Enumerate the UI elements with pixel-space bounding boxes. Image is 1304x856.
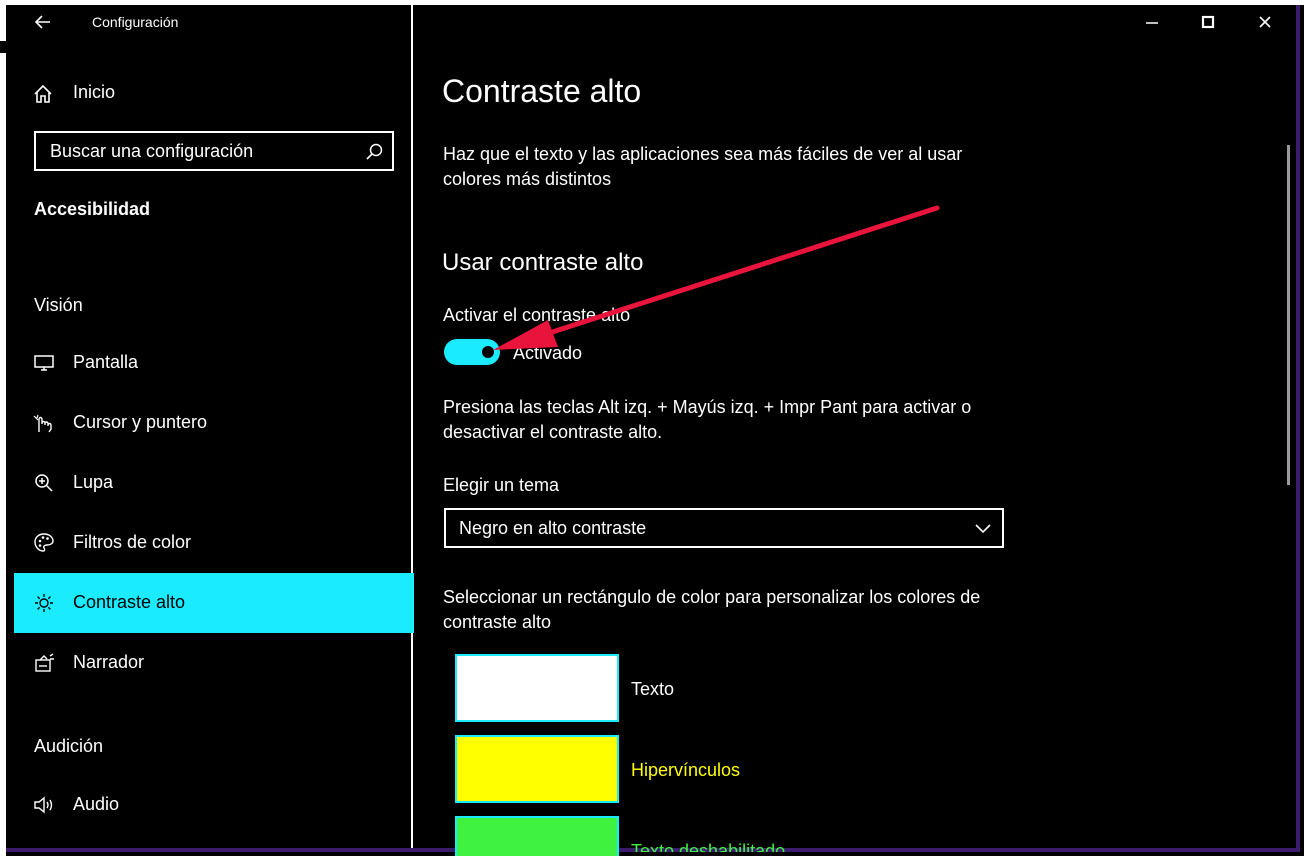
category-heading: Accesibilidad: [34, 199, 151, 219]
sidebar-item-filtros[interactable]: Filtros de color: [14, 513, 414, 573]
monitor-icon: [34, 355, 54, 371]
sidebar-item-lupa[interactable]: Lupa: [14, 453, 414, 513]
sidebar-item-label: Lupa: [73, 472, 114, 492]
sidebar-item-label: Cursor y puntero: [73, 412, 208, 432]
sidebar-item-pantalla[interactable]: Pantalla: [14, 333, 414, 393]
shortcut-hint: Presiona las teclas Alt izq. + Mayús izq…: [443, 397, 972, 442]
close-icon: [1259, 16, 1271, 28]
sidebar-item-cursor[interactable]: Cursor y puntero: [14, 393, 414, 453]
swatch-label-hipervinculos: Hipervínculos: [631, 760, 741, 780]
page-description: Haz que el texto y las aplicaciones sea …: [443, 144, 963, 189]
toggle-label: Activar el contraste alto: [443, 305, 631, 325]
speaker-icon: [34, 796, 53, 814]
sidebar: Configuración Inicio Accesibilidad Visió…: [6, 5, 414, 848]
cursor-icon: [33, 414, 52, 433]
search-box[interactable]: [34, 131, 394, 171]
scrollbar[interactable]: [1287, 145, 1290, 485]
search-input[interactable]: [50, 141, 350, 161]
swatch-texto[interactable]: [455, 654, 619, 722]
swatch-label-deshabilitado: Texto deshabilitado: [631, 841, 786, 852]
maximize-button[interactable]: [1185, 9, 1231, 37]
toggle-state-text: Activado: [513, 343, 583, 363]
section-heading-vision: Visión: [34, 295, 83, 315]
swatch-label-texto: Texto: [631, 679, 675, 699]
arrow-left-icon: [34, 15, 50, 29]
main-content: Contraste alto Haz que el texto y las ap…: [413, 5, 1296, 856]
theme-label: Elegir un tema: [443, 475, 560, 495]
minimize-icon: [1146, 22, 1158, 24]
app-title: Configuración: [92, 14, 179, 30]
theme-dropdown[interactable]: Negro en alto contraste: [444, 508, 1004, 548]
nav-home-label: Inicio: [73, 82, 116, 102]
section-heading-audicion: Audición: [34, 736, 104, 756]
section-title: Usar contraste alto: [442, 249, 644, 276]
page-title: Contraste alto: [442, 73, 642, 109]
sun-icon: [35, 594, 53, 612]
home-icon: [34, 84, 52, 103]
sidebar-item-label: Contraste alto: [73, 592, 186, 612]
swatch-texto-deshabilitado[interactable]: [455, 816, 619, 856]
sidebar-item-audio[interactable]: Audio: [14, 775, 414, 835]
swatch-hipervinculos[interactable]: [455, 735, 619, 803]
magnifier-icon: [35, 474, 53, 492]
sidebar-item-label: Narrador: [73, 652, 145, 672]
maximize-icon: [1201, 15, 1215, 29]
sidebar-item-label: Filtros de color: [73, 532, 192, 552]
narrator-icon: [35, 653, 54, 672]
title-bar: Configuración: [6, 5, 413, 41]
high-contrast-toggle[interactable]: [444, 339, 500, 365]
sidebar-item-narrador[interactable]: Narrador: [14, 633, 414, 693]
close-button[interactable]: [1242, 9, 1288, 37]
sidebar-item-contraste-alto[interactable]: Contraste alto: [14, 573, 414, 633]
nav-home[interactable]: Inicio: [14, 71, 406, 115]
sidebar-item-label: Pantalla: [73, 352, 139, 372]
sidebar-item-label: Audio: [73, 794, 120, 814]
chevron-down-icon: [975, 524, 991, 534]
minimize-button[interactable]: [1129, 9, 1175, 37]
palette-icon: [34, 533, 54, 552]
search-icon[interactable]: [364, 142, 384, 162]
toggle-knob: [482, 346, 494, 358]
theme-dropdown-value: Negro en alto contraste: [459, 518, 647, 538]
back-button[interactable]: [30, 11, 56, 33]
swatch-description: Seleccionar un rectángulo de color para …: [443, 587, 981, 632]
settings-window: Configuración Inicio Accesibilidad Visió…: [6, 5, 1300, 856]
